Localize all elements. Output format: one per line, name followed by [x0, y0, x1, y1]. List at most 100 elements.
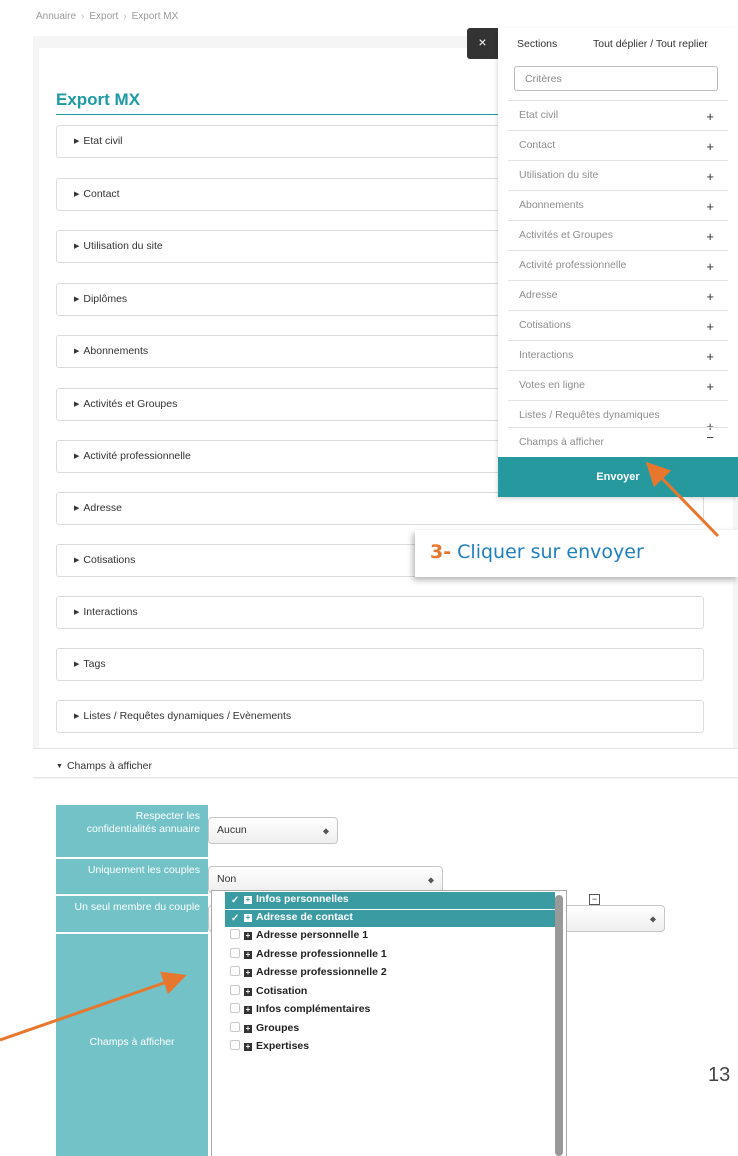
caret-right-icon: ▶	[74, 296, 80, 303]
section-label: Activités et Groupes	[83, 398, 178, 410]
collapse-minus-icon[interactable]: −	[589, 894, 600, 905]
checkbox-icon[interactable]	[230, 1003, 240, 1013]
plus-icon[interactable]: +	[706, 259, 714, 274]
checkbox-checked-icon[interactable]: ✓	[230, 896, 240, 906]
section-tags[interactable]: ▶ Tags	[56, 648, 704, 681]
plus-icon[interactable]: +	[706, 199, 714, 214]
checkbox-icon[interactable]	[230, 985, 240, 995]
panel-item-votes[interactable]: Votes en ligne +	[508, 370, 728, 400]
champs-section-header[interactable]: ▼ Champs à afficher	[33, 748, 738, 778]
plus-icon[interactable]: +	[706, 109, 714, 124]
caret-right-icon: ▶	[74, 713, 80, 720]
tab-sections[interactable]: Sections	[517, 38, 557, 50]
section-label: Activité professionnelle	[83, 450, 191, 462]
expand-plus-icon[interactable]: +	[244, 914, 252, 922]
list-item[interactable]: + Expertises	[225, 1039, 555, 1056]
breadcrumb-annuaire[interactable]: Annuaire	[36, 11, 76, 22]
plus-icon[interactable]: +	[706, 379, 714, 394]
list-item[interactable]: + Groupes	[225, 1021, 555, 1038]
breadcrumb-separator: ›	[81, 11, 85, 22]
callout-step: 3-	[430, 541, 452, 563]
panel-item-label: Etat civil	[519, 109, 559, 121]
panel-item-label: Listes / Requêtes dynamiques	[519, 409, 660, 421]
list-item-label: Groupes	[256, 1022, 300, 1034]
expand-plus-icon[interactable]: +	[244, 1006, 252, 1014]
section-label: Abonnements	[83, 345, 149, 357]
section-listes-requetes[interactable]: ▶ Listes / Requêtes dynamiques / Evènemen…	[56, 700, 704, 733]
plus-icon[interactable]: +	[706, 229, 714, 244]
select-arrows-icon: ◆	[322, 826, 329, 835]
select-arrows-icon: ◆	[649, 914, 656, 923]
panel-item-champs-afficher[interactable]: Champs à afficher −	[508, 427, 728, 457]
respect-confidentialite-label: Respecter les confidentialités annuaire	[56, 805, 208, 857]
panel-item-activites-groupes[interactable]: Activités et Groupes +	[508, 220, 728, 250]
panel-item-adresse[interactable]: Adresse +	[508, 280, 728, 310]
champs-listbox[interactable]: ✓ + Infos personnelles ✓ + Adresse de contac…	[211, 890, 567, 1156]
caret-right-icon: ▶	[74, 557, 80, 564]
list-item[interactable]: + Adresse professionnelle 2	[225, 965, 555, 982]
un-seul-membre-label: Un seul membre du couple	[56, 896, 208, 932]
section-label: Adresse	[83, 502, 122, 514]
listbox-scrollbar[interactable]	[555, 895, 563, 1156]
champs-afficher-label: Champs à afficher	[56, 934, 208, 1156]
section-label: Contact	[83, 188, 120, 200]
panel-item-utilisation[interactable]: Utilisation du site +	[508, 160, 728, 190]
panel-item-label: Votes en ligne	[519, 379, 585, 391]
panel-item-label: Activités et Groupes	[519, 229, 613, 241]
panel-item-contact[interactable]: Contact +	[508, 130, 728, 160]
checkbox-icon[interactable]	[230, 1022, 240, 1032]
checkbox-icon[interactable]	[230, 966, 240, 976]
breadcrumb-export[interactable]: Export	[89, 11, 118, 22]
list-item[interactable]: + Adresse personnelle 1	[225, 928, 555, 945]
panel-item-interactions[interactable]: Interactions +	[508, 340, 728, 370]
checkbox-checked-icon[interactable]: ✓	[230, 914, 240, 924]
toggle-all-link[interactable]: Tout déplier / Tout replier	[593, 38, 708, 50]
list-item[interactable]: + Adresse professionnelle 1	[225, 947, 555, 964]
plus-icon[interactable]: +	[706, 169, 714, 184]
panel-item-cotisations[interactable]: Cotisations +	[508, 310, 728, 340]
respect-confidentialite-select[interactable]: Aucun ◆	[208, 817, 338, 844]
close-panel-button[interactable]: ×	[467, 28, 498, 59]
list-item[interactable]: ✓ + Adresse de contact	[225, 910, 555, 927]
list-item[interactable]: ✓ + Infos personnelles	[225, 892, 555, 909]
plus-icon[interactable]: +	[706, 289, 714, 304]
checkbox-icon[interactable]	[230, 929, 240, 939]
panel-item-label: Adresse	[519, 289, 558, 301]
champs-header-label: Champs à afficher	[66, 760, 152, 772]
checkbox-icon[interactable]	[230, 1040, 240, 1050]
criteria-input[interactable]: Critères	[514, 66, 718, 91]
panel-item-label: Cotisations	[519, 319, 571, 331]
list-item[interactable]: + Cotisation	[225, 984, 555, 1001]
expand-plus-icon[interactable]: +	[244, 988, 252, 996]
plus-icon[interactable]: +	[706, 139, 714, 154]
slide-page-number: 13	[708, 1064, 731, 1086]
list-item-label: Adresse personnelle 1	[256, 929, 369, 941]
section-label: Interactions	[83, 606, 138, 618]
panel-item-label: Utilisation du site	[519, 169, 599, 181]
plus-icon[interactable]: +	[706, 349, 714, 364]
expand-plus-icon[interactable]: +	[244, 1025, 252, 1033]
panel-item-activite-pro[interactable]: Activité professionnelle +	[508, 250, 728, 280]
select-value: Non	[217, 873, 237, 885]
panel-item-abonnements[interactable]: Abonnements +	[508, 190, 728, 220]
plus-icon[interactable]: +	[706, 319, 714, 334]
panel-item-etat-civil[interactable]: Etat civil +	[508, 100, 728, 130]
panel-item-listes-requetes[interactable]: Listes / Requêtes dynamiques +	[508, 400, 728, 434]
expand-plus-icon[interactable]: +	[244, 951, 252, 959]
expand-plus-icon[interactable]: +	[244, 932, 252, 940]
send-button[interactable]: Envoyer	[498, 457, 738, 497]
sections-panel: Sections Tout déplier / Tout replier Cri…	[498, 28, 738, 497]
checkbox-icon[interactable]	[230, 948, 240, 958]
uniquement-couples-select[interactable]: Non ◆	[208, 866, 443, 893]
expand-plus-icon[interactable]: +	[244, 1043, 252, 1051]
minus-icon[interactable]: −	[706, 430, 714, 445]
expand-plus-icon[interactable]: +	[244, 969, 252, 977]
caret-right-icon: ▶	[74, 243, 80, 250]
title-divider	[56, 114, 516, 115]
select-value: Aucun	[217, 824, 247, 836]
caret-right-icon: ▶	[74, 138, 80, 145]
page-title: Export MX	[56, 90, 141, 109]
section-interactions[interactable]: ▶ Interactions	[56, 596, 704, 629]
list-item[interactable]: + Infos complémentaires	[225, 1002, 555, 1019]
expand-plus-icon[interactable]: +	[244, 896, 252, 904]
